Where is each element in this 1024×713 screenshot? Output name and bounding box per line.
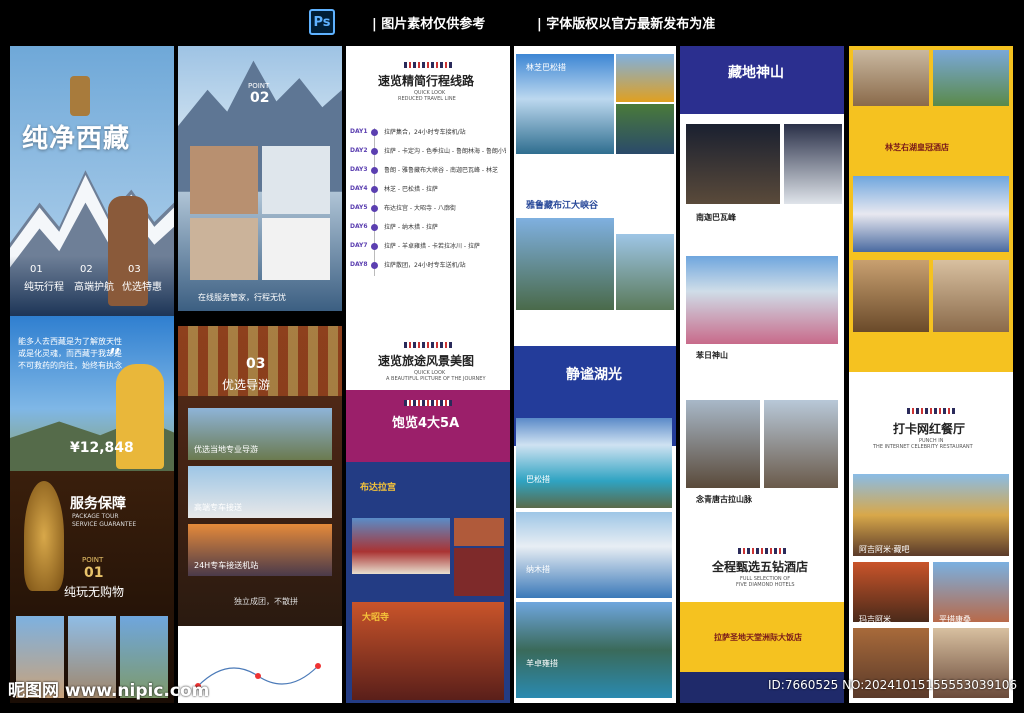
panel-col4: 林芝巴松措 雅鲁藏布江大峡谷 静谧湖光 巴松措 纳木措 羊卓雍措 — [514, 46, 676, 703]
panel-col3: 速览精简行程线路 QUICK LOOK REDUCED TRAVEL LINE … — [346, 46, 510, 703]
top-bar: Ps | 图片素材仅供参考 | 字体版权以官方最新发布为准 — [0, 0, 1024, 44]
mountain-title: 藏地神山 — [728, 65, 784, 81]
scenery-title: 速览旅途风景美图 — [378, 354, 475, 368]
itinerary-item: 拉萨 - 羊卓雍措 - 卡若拉冰川 - 拉萨 — [384, 243, 480, 250]
itinerary-day: DAY8 — [350, 261, 368, 268]
itinerary-day: DAY7 — [350, 242, 368, 249]
lake-title: 静谧湖光 — [566, 367, 622, 383]
hotel-detail-block: 林芝右湖皇冠酒店 — [849, 46, 1013, 372]
itinerary-item: 拉萨集合，24小时专车接机/站 — [384, 129, 466, 136]
itinerary-item: 鲁朗 - 雅鲁藏布大峡谷 - 南迦巴瓦峰 - 林芝 — [384, 167, 498, 174]
mountain-title-block: 藏地神山 — [680, 46, 844, 114]
itinerary-day: DAY3 — [350, 166, 368, 173]
price: ¥12,848 — [70, 440, 134, 456]
guide-block: POINT 02 在线服务管家，行程无忧 — [178, 46, 342, 311]
notice-image-reference: | 图片素材仅供参考 — [372, 17, 486, 32]
5a-banner: 饱览4大5A — [346, 390, 510, 462]
itinerary-title: 速览精简行程线路 — [378, 74, 475, 88]
jokhang-block: 大昭寺 — [346, 600, 510, 703]
service-title: 服务保障 — [70, 496, 126, 512]
feature-2: 高端护航 — [74, 282, 114, 293]
photoshop-icon: Ps — [309, 9, 335, 35]
tibetan-pattern — [404, 62, 452, 68]
panel-col2: POINT 02 在线服务管家，行程无忧 03 优选导游 优选当地专业导游 高端… — [178, 46, 342, 703]
potala-block: 布达拉宫 — [346, 462, 510, 600]
quote-block: 能多人去西藏是为了解放天性 或是化灵魂，而西藏于我却是 不可救药的向往，始终有执… — [10, 316, 174, 471]
notice-font-copyright: | 字体版权以官方最新发布为准 — [537, 17, 716, 32]
itinerary-dot — [371, 205, 378, 212]
cover-hero: 纯净西藏 01 02 03 纯玩行程 高端护航 优选特惠 — [10, 46, 174, 316]
panel-col5: 藏地神山 南迦巴瓦峰 苯日神山 念青唐古拉山脉 全程甄选五钻酒店 FULL SE… — [680, 46, 844, 703]
itinerary-item: 拉萨散团，24小时专车送机/站 — [384, 262, 466, 269]
itinerary-dot — [371, 148, 378, 155]
quote-mark-icon: ” — [108, 344, 122, 374]
itinerary-item: 林芝 - 巴松措 - 拉萨 — [384, 186, 438, 193]
prayer-wheel-icon — [70, 76, 90, 116]
panel-col1: 纯净西藏 01 02 03 纯玩行程 高端护航 优选特惠 能多人去西藏是为了解放… — [10, 46, 174, 703]
itinerary-item: 拉萨 - 纳木措 - 拉萨 — [384, 224, 438, 231]
itinerary-day: DAY6 — [350, 223, 368, 230]
hotel-name: 拉萨圣地天堂洲际大饭店 — [714, 633, 802, 642]
itinerary-dot — [371, 243, 378, 250]
itinerary-dot — [371, 129, 378, 136]
itinerary-item: 布达拉宫 - 大昭寺 - 八廓街 — [384, 205, 456, 212]
itinerary-day: DAY4 — [350, 185, 368, 192]
guide-title: 优选导游 — [222, 378, 271, 392]
feature-1: 纯玩行程 — [24, 282, 64, 293]
service-point-text: 纯玩无购物 — [64, 585, 125, 599]
itinerary-dot — [371, 186, 378, 193]
nipic-watermark: 昵图网 www.nipic.com — [8, 681, 210, 701]
itinerary-dot — [371, 224, 378, 231]
itinerary-dot — [371, 262, 378, 269]
itinerary-day: DAY2 — [350, 147, 368, 154]
restaurant-title: 打卡网红餐厅 — [893, 422, 966, 436]
image-id: ID:7660525 NO:20241015155553039106 — [768, 678, 1018, 692]
itinerary-dot — [371, 167, 378, 174]
panel-col6: 林芝右湖皇冠酒店 打卡网红餐厅 PUNCH IN THE INTERNET CE… — [849, 46, 1013, 703]
itinerary-item: 拉萨 - 卡定沟 - 色季拉山 - 鲁朗林海 - 鲁朗小镇 — [384, 148, 506, 155]
cover-title: 纯净西藏 — [22, 124, 131, 154]
itinerary-day: DAY5 — [350, 204, 368, 211]
service-block: 服务保障 PACKAGE TOUR SERVICE GUARANTEE POIN… — [10, 471, 174, 703]
feature-3: 优选特惠 — [122, 282, 162, 293]
guide-caption: 在线服务管家，行程无忧 — [198, 293, 286, 302]
driver-block: 03 优选导游 优选当地专业导游 高端专车接送 24H专车接送机站 独立成团，不… — [178, 326, 342, 626]
golden-ornament — [24, 481, 64, 591]
hotel-name-2: 林芝右湖皇冠酒店 — [885, 143, 949, 152]
hotel-section-title: 全程甄选五钻酒店 — [712, 560, 809, 574]
itinerary-day: DAY1 — [350, 128, 368, 135]
